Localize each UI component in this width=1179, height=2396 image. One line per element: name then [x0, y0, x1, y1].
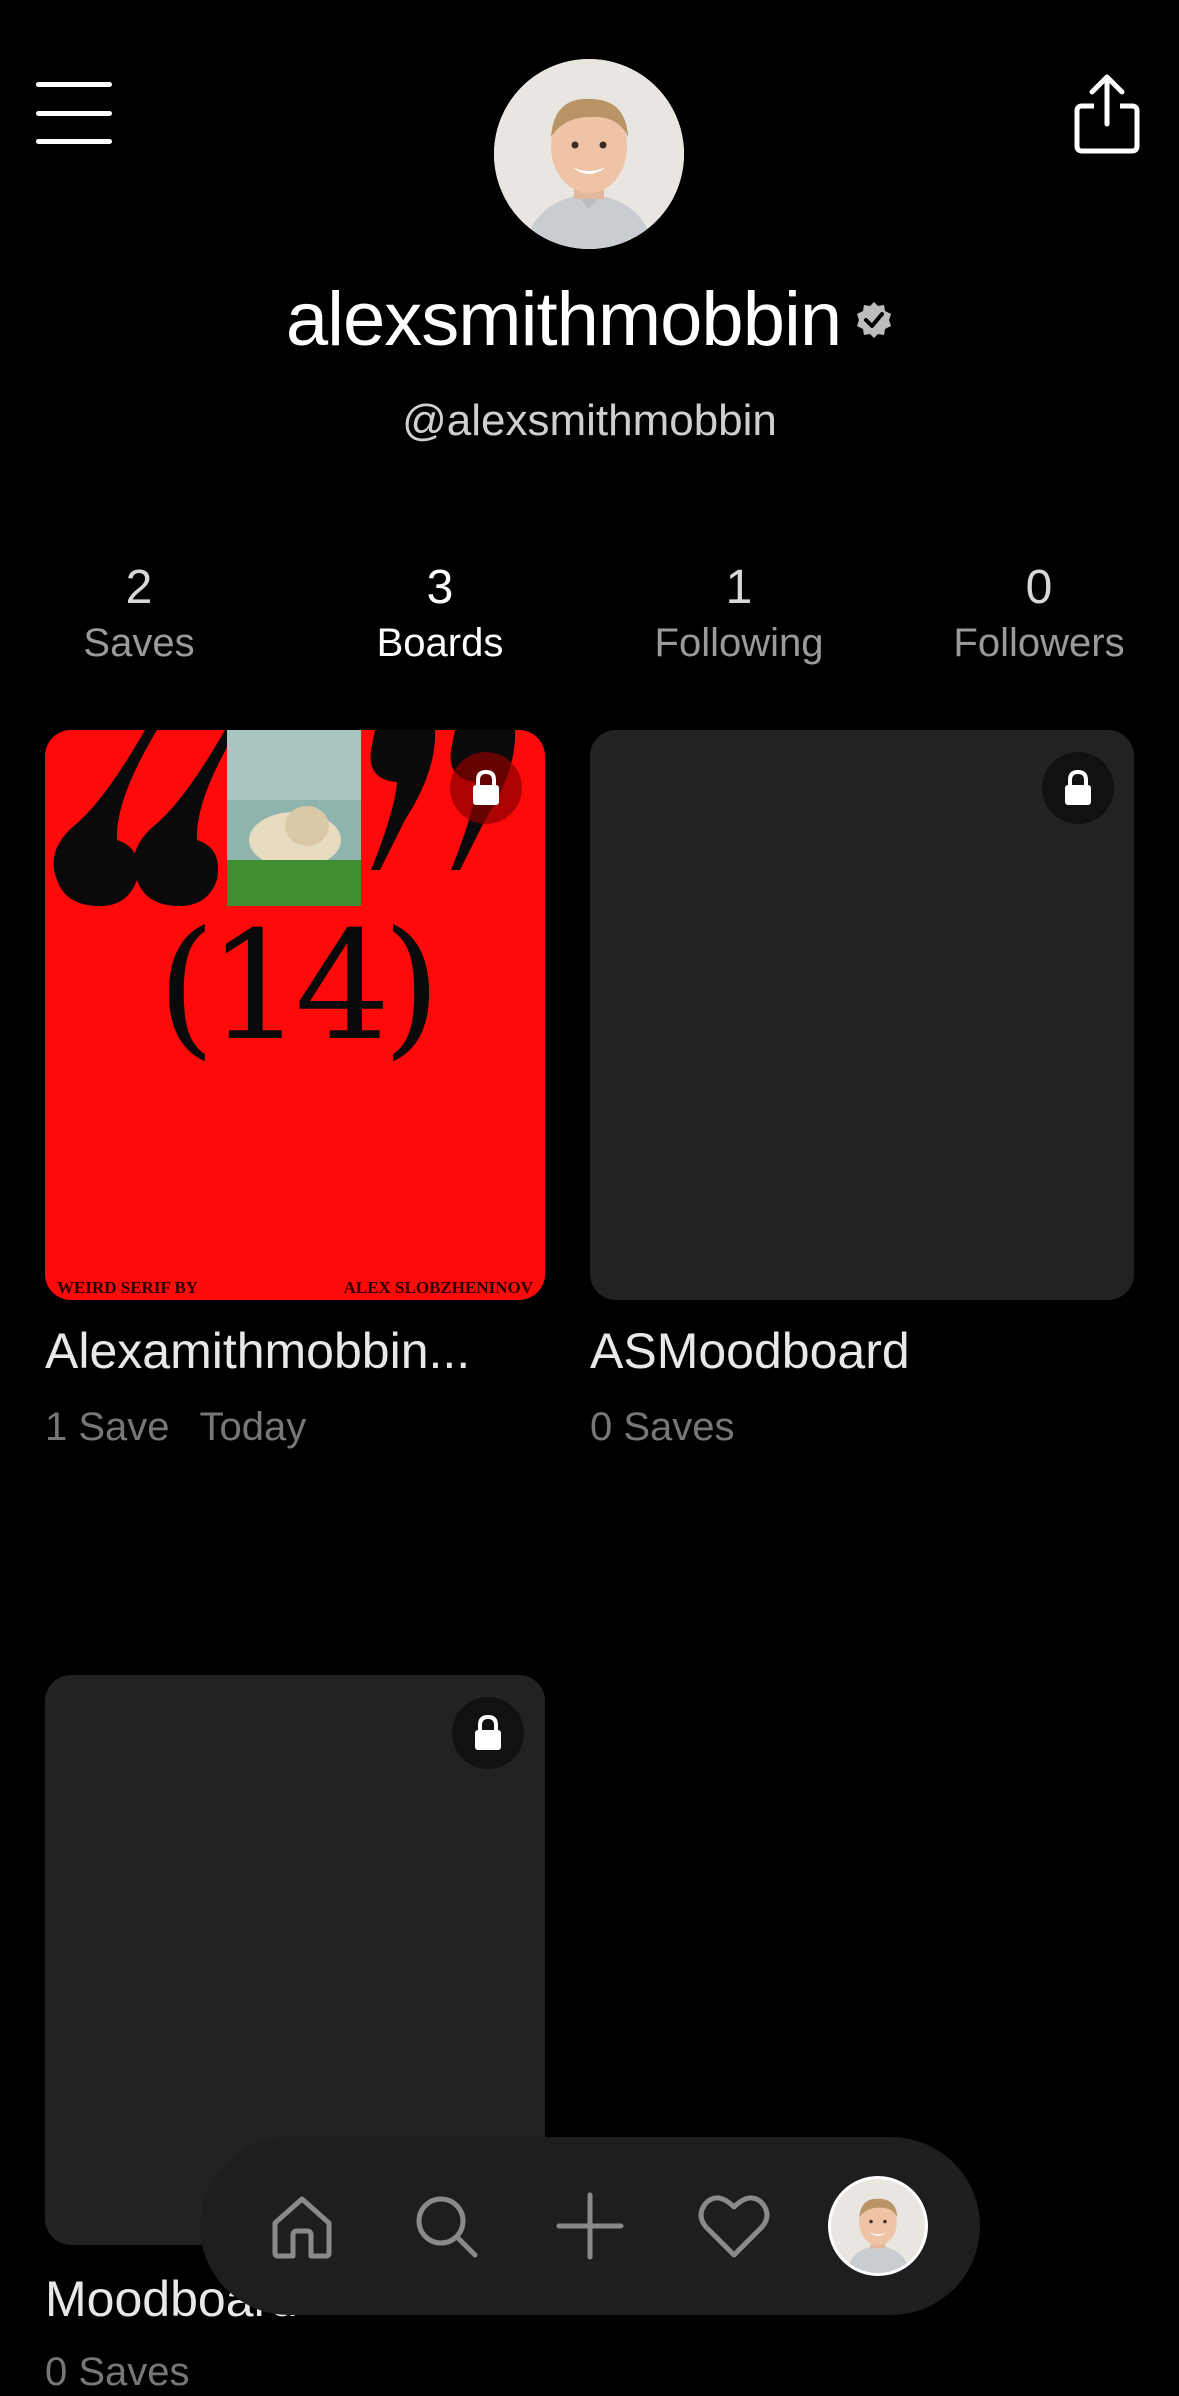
- stat-value: 2: [125, 561, 153, 614]
- profile-username: alexsmithmobbin: [0, 270, 1179, 363]
- hamburger-menu-icon[interactable]: [36, 82, 112, 144]
- board-save-count: 1 Save: [45, 1405, 170, 1449]
- share-icon[interactable]: [1072, 72, 1142, 156]
- board-card-alexamithmobbin[interactable]: (14) WEIRD SERIF BY ALEX SLOBZHENINOV: [45, 730, 545, 1300]
- profile-avatar-nav[interactable]: [828, 2176, 928, 2276]
- board-title[interactable]: ASMoodboard: [590, 1322, 910, 1380]
- stat-label: Saves: [83, 621, 195, 665]
- board-save-count: 0 Saves: [590, 1405, 735, 1449]
- stat-value: 1: [725, 561, 753, 614]
- username-text: alexsmithmobbin: [285, 277, 842, 362]
- lock-icon: [452, 1697, 524, 1769]
- board-title[interactable]: Alexamithmobbin...: [45, 1322, 470, 1380]
- stat-label: Followers: [953, 621, 1125, 665]
- stat-saves[interactable]: 2 Saves: [0, 560, 289, 666]
- search-icon[interactable]: [396, 2176, 496, 2276]
- stat-label: Following: [654, 621, 824, 665]
- profile-handle: @alexsmithmobbin: [402, 396, 777, 445]
- board-cover-caption-left: WEIRD SERIF BY: [57, 1278, 199, 1297]
- add-icon[interactable]: [540, 2176, 640, 2276]
- lock-icon: [450, 752, 522, 824]
- board-save-count: 0 Saves: [45, 2350, 190, 2394]
- board-date: Today: [199, 1405, 307, 1449]
- board-cover-caption-right: ALEX SLOBZHENINOV: [343, 1278, 533, 1297]
- lock-icon: [1042, 752, 1114, 824]
- board-meta: 1 Save Today: [45, 1405, 306, 1450]
- board-card-asmoodboard[interactable]: [590, 730, 1134, 1300]
- profile-avatar: [494, 59, 684, 249]
- stat-followers[interactable]: 0 Followers: [889, 560, 1179, 666]
- verified-badge-icon: [855, 270, 893, 338]
- stat-value: 3: [426, 561, 454, 614]
- heart-icon[interactable]: [684, 2176, 784, 2276]
- home-icon[interactable]: [252, 2176, 352, 2276]
- board-cover-number: (14): [157, 900, 441, 1074]
- stat-label: Boards: [376, 621, 504, 665]
- stat-value: 0: [1025, 561, 1053, 614]
- bottom-navigation: [200, 2137, 980, 2315]
- stat-following[interactable]: 1 Following: [589, 560, 889, 666]
- stat-boards[interactable]: 3 Boards: [290, 560, 590, 666]
